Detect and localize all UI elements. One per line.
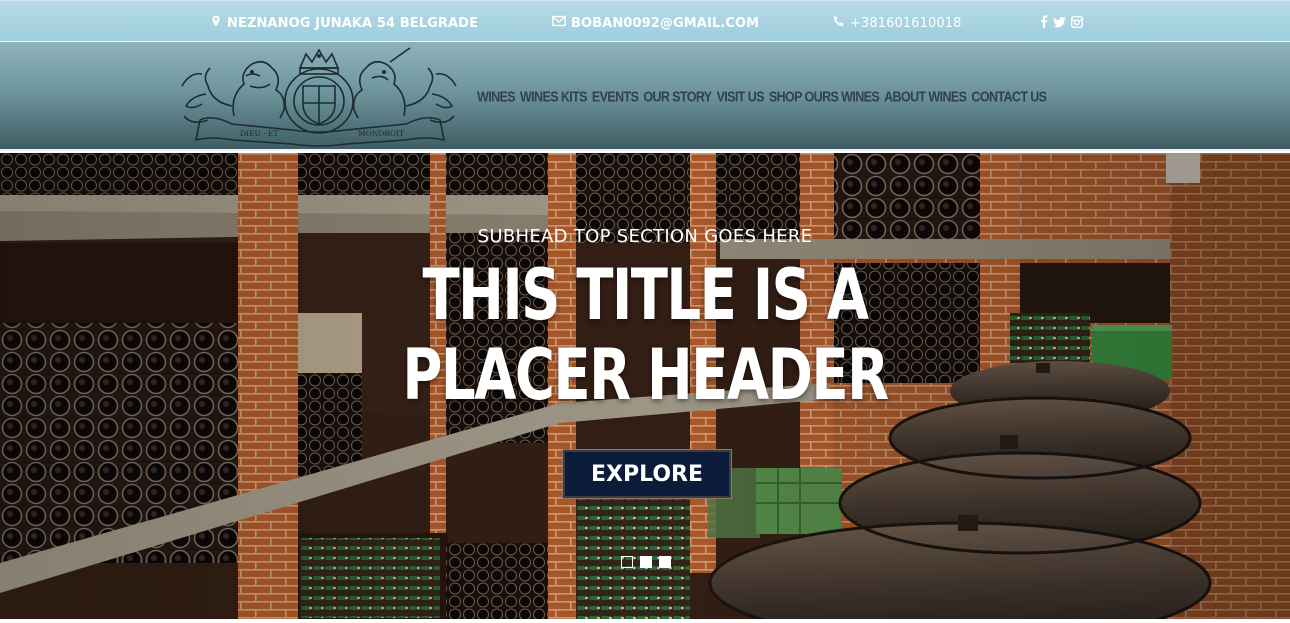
slider-dot-2[interactable] <box>640 556 652 568</box>
slider-dot-1[interactable] <box>621 556 633 568</box>
social-links <box>1040 15 1084 33</box>
hero-slider: SUBHEAD TOP SECTION GOES HERE THIS TITLE… <box>0 153 1290 619</box>
nav-wines-kits[interactable]: WINES KITS <box>520 89 588 105</box>
explore-button[interactable]: EXPLORE <box>562 449 732 499</box>
slider-dots <box>621 556 671 568</box>
hero-title: THIS TITLE IS A PLACER HEADER <box>142 255 1148 415</box>
nav-contact-us[interactable]: CONTACT US <box>971 89 1047 105</box>
address-text: NEZNANOG JUNAKA 54 BELGRADE <box>227 15 479 31</box>
address: NEZNANOG JUNAKA 54 BELGRADE <box>210 14 478 32</box>
facebook-icon[interactable] <box>1040 15 1048 33</box>
nav-our-story[interactable]: OUR STORY <box>643 89 712 105</box>
main-nav: WINES WINES KITS EVENTS OUR STORY VISIT … <box>477 89 1047 105</box>
royal-coat-of-arms-logo[interactable]: DIEU · ET MONDROIT <box>172 46 466 148</box>
email[interactable]: BOBAN0092@GMAIL.COM <box>552 14 759 32</box>
logo-scroll-left: DIEU · ET <box>240 129 278 138</box>
phone-icon <box>833 15 845 31</box>
hero-title-line-2: PLACER HEADER <box>402 334 889 416</box>
email-text[interactable]: BOBAN0092@GMAIL.COM <box>571 16 759 31</box>
phone-text[interactable]: +381601610018 <box>850 16 961 31</box>
logo-scroll-right: MONDROIT <box>358 129 404 138</box>
nav-wines[interactable]: WINES <box>477 89 516 105</box>
slider-dot-3[interactable] <box>659 556 671 568</box>
phone[interactable]: +381601610018 <box>833 14 961 32</box>
site-header: DIEU · ET MONDROIT WINES WINES KITS EVEN… <box>0 42 1290 151</box>
nav-about-wines[interactable]: ABOUT WINES <box>884 89 967 105</box>
nav-events[interactable]: EVENTS <box>592 89 639 105</box>
page-bottom-edge <box>0 619 1290 623</box>
hero-title-line-1: THIS TITLE IS A <box>422 254 869 336</box>
contact-bar: NEZNANOG JUNAKA 54 BELGRADE BOBAN0092@GM… <box>0 0 1290 42</box>
nav-shop-ours-wines[interactable]: SHOP OURS WINES <box>769 89 880 105</box>
hero-subhead: SUBHEAD TOP SECTION GOES HERE <box>477 226 813 247</box>
twitter-icon[interactable] <box>1053 15 1066 33</box>
map-marker-icon <box>210 15 222 31</box>
envelope-icon <box>552 15 566 31</box>
nav-visit-us[interactable]: VISIT US <box>717 89 765 105</box>
instagram-icon[interactable] <box>1070 15 1084 33</box>
